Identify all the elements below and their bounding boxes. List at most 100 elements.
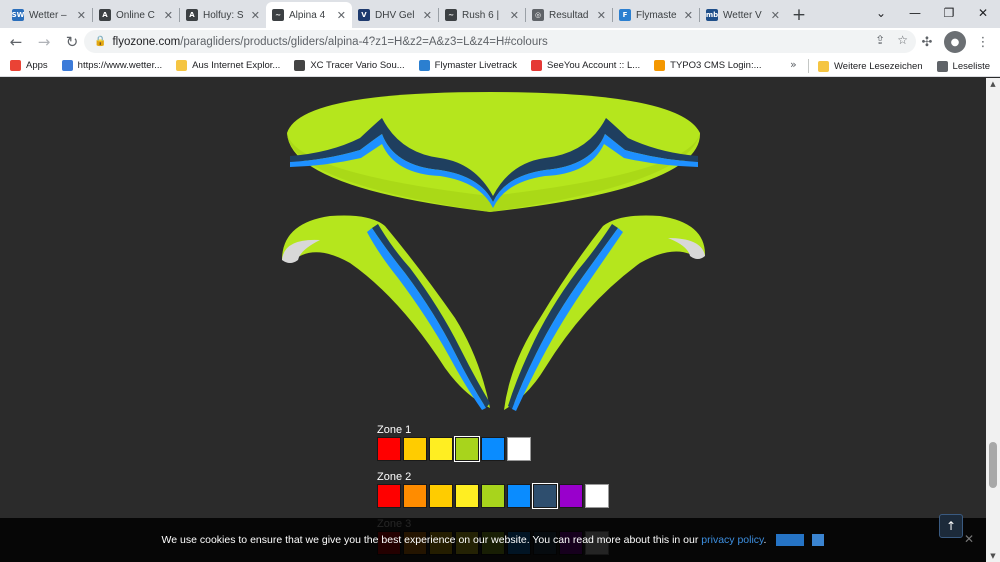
bookmark-item[interactable]: XC Tracer Vario Sou...: [294, 60, 405, 71]
bookmark-label: Weitere Lesezeichen: [834, 60, 923, 72]
bookmark-item[interactable]: TYPO3 CMS Login:...: [654, 60, 762, 71]
bookmark-item[interactable]: Apps: [10, 60, 48, 71]
colour-swatch[interactable]: [585, 484, 609, 508]
tab-close-icon[interactable]: ✕: [251, 9, 260, 22]
seeyou-icon: [531, 60, 543, 71]
reload-button[interactable]: ↻: [60, 30, 84, 54]
bookmark-label: https://www.wetter...: [77, 60, 163, 71]
profile-avatar[interactable]: ●: [944, 31, 966, 53]
folder-icon: [818, 60, 829, 72]
flymaster-icon: [418, 60, 430, 71]
close-window-button[interactable]: ✕: [966, 0, 1000, 26]
share-icon[interactable]: ⇪: [875, 33, 885, 47]
bookmark-label: Flymaster Livetrack: [434, 60, 518, 71]
tab-close-icon[interactable]: ✕: [771, 9, 780, 22]
tab-close-icon[interactable]: ✕: [510, 9, 519, 22]
browser-tab[interactable]: mb Wetter V ✕: [700, 2, 786, 28]
scroll-up-arrow-icon[interactable]: ▲: [988, 80, 998, 88]
colour-swatch[interactable]: [454, 436, 480, 462]
bookmark-label: TYPO3 CMS Login:...: [670, 60, 762, 71]
sw-favicon-icon: SW: [11, 9, 25, 21]
colour-swatch[interactable]: [429, 437, 453, 461]
typo3-icon: [654, 60, 666, 71]
glider-top-view: [287, 92, 701, 212]
glider-right-view: [504, 215, 706, 411]
browser-tab[interactable]: ~ Alpina 4 ✕: [266, 2, 352, 28]
holfuy-favicon-icon: A: [186, 9, 198, 21]
colour-swatch[interactable]: [377, 437, 401, 461]
bookmark-star-icon[interactable]: ☆: [897, 33, 908, 47]
tabs-container: SW Wetter – ✕ A Online C ✕ A Holfuy: S ✕ ~ Alpina …: [6, 2, 786, 28]
browser-tab[interactable]: F Flymaste ✕: [613, 2, 699, 28]
colour-swatch[interactable]: [481, 484, 505, 508]
zone-label: Zone 2: [377, 471, 412, 483]
scroll-to-top-button[interactable]: ↑: [939, 514, 963, 538]
minimize-button[interactable]: —: [898, 0, 932, 26]
scrollbar-thumb[interactable]: [989, 442, 997, 488]
bookmark-item[interactable]: Weitere Lesezeichen: [818, 60, 923, 72]
tab-title: DHV Gel: [375, 9, 415, 21]
flyozone-favicon-icon: ~: [445, 9, 457, 21]
cookie-decline-button[interactable]: [812, 534, 825, 546]
page-content: Zone 1Zone 2Zone 3 We use cookies to ens…: [0, 78, 986, 562]
browser-tab[interactable]: A Online C ✕: [93, 2, 179, 28]
restore-button[interactable]: ❐: [932, 0, 966, 26]
colour-swatch[interactable]: [429, 484, 453, 508]
new-tab-button[interactable]: +: [786, 2, 812, 28]
tab-close-icon[interactable]: ✕: [337, 9, 346, 22]
colour-swatch[interactable]: [455, 484, 479, 508]
bookmark-label: SeeYou Account :: L...: [547, 60, 641, 71]
flymaster-favicon-icon: F: [619, 9, 631, 21]
extensions-icon[interactable]: ✣: [916, 31, 938, 53]
browser-tab[interactable]: SW Wetter – ✕: [6, 2, 92, 28]
tab-close-icon[interactable]: ✕: [423, 9, 432, 22]
more-bookmarks-chevron-icon[interactable]: »: [790, 58, 797, 71]
bookmark-item[interactable]: SeeYou Account :: L...: [531, 60, 640, 71]
window-controls: ⌄ — ❐ ✕: [864, 0, 1000, 28]
bookmark-label: Apps: [26, 60, 48, 71]
bookmark-item[interactable]: https://www.wetter...: [61, 60, 163, 71]
tab-close-icon[interactable]: ✕: [684, 9, 693, 22]
bookmarks-list: Apps https://www.wetter... Aus Internet Ex…: [10, 60, 776, 71]
tab-close-icon[interactable]: ✕: [597, 9, 606, 22]
browser-tab[interactable]: A Holfuy: S ✕: [180, 2, 266, 28]
forward-button[interactable]: →: [32, 30, 56, 54]
colour-swatch[interactable]: [507, 484, 531, 508]
address-bar[interactable]: 🔒 flyozone.com/paragliders/products/glid…: [84, 30, 916, 53]
colour-swatch[interactable]: [559, 484, 583, 508]
bookmark-item[interactable]: Aus Internet Explor...: [176, 60, 280, 71]
tab-close-icon[interactable]: ✕: [77, 9, 86, 22]
reading-list-icon: [936, 60, 948, 72]
tab-strip: SW Wetter – ✕ A Online C ✕ A Holfuy: S ✕ ~ Alpina …: [0, 0, 1000, 28]
colour-swatch[interactable]: [377, 484, 401, 508]
colour-swatch[interactable]: [403, 484, 427, 508]
menu-icon[interactable]: ⋮: [972, 31, 994, 53]
colour-swatch[interactable]: [481, 437, 505, 461]
bookmark-item[interactable]: Flymaster Livetrack: [418, 60, 518, 71]
colour-swatch[interactable]: [507, 437, 531, 461]
lock-icon[interactable]: 🔒: [94, 36, 106, 47]
globe-icon: [61, 60, 73, 71]
flyozone-favicon-icon: ~: [272, 9, 284, 21]
browser-tab[interactable]: V DHV Gel ✕: [352, 2, 438, 28]
apps-grid-icon: [10, 60, 21, 71]
browser-tab[interactable]: ◎ Resultad ✕: [526, 2, 612, 28]
cookie-accept-button[interactable]: [776, 534, 805, 546]
tab-title: Wetter –: [29, 9, 67, 21]
privacy-policy-link[interactable]: privacy policy: [701, 534, 763, 546]
scroll-down-arrow-icon[interactable]: ▼: [988, 552, 998, 560]
bookmarks-right: Weitere Lesezeichen Leseliste: [818, 55, 1000, 77]
page-scrollbar[interactable]: ▲ ▼: [986, 78, 1000, 562]
tab-close-icon[interactable]: ✕: [164, 9, 173, 22]
colour-swatch[interactable]: [403, 437, 427, 461]
back-button[interactable]: ←: [4, 30, 28, 54]
colour-swatch[interactable]: [532, 483, 558, 509]
browser-tab[interactable]: ~ Rush 6 | ✕: [439, 2, 525, 28]
tab-search-icon[interactable]: ⌄: [864, 0, 898, 26]
globe-favicon-icon: ◎: [532, 9, 544, 21]
close-icon[interactable]: ✕: [964, 532, 974, 546]
tab-title: Holfuy: S: [203, 9, 244, 21]
tab-title: Wetter V: [723, 9, 762, 21]
zone-swatch-row: [377, 483, 609, 509]
bookmark-item[interactable]: Leseliste: [936, 60, 990, 72]
